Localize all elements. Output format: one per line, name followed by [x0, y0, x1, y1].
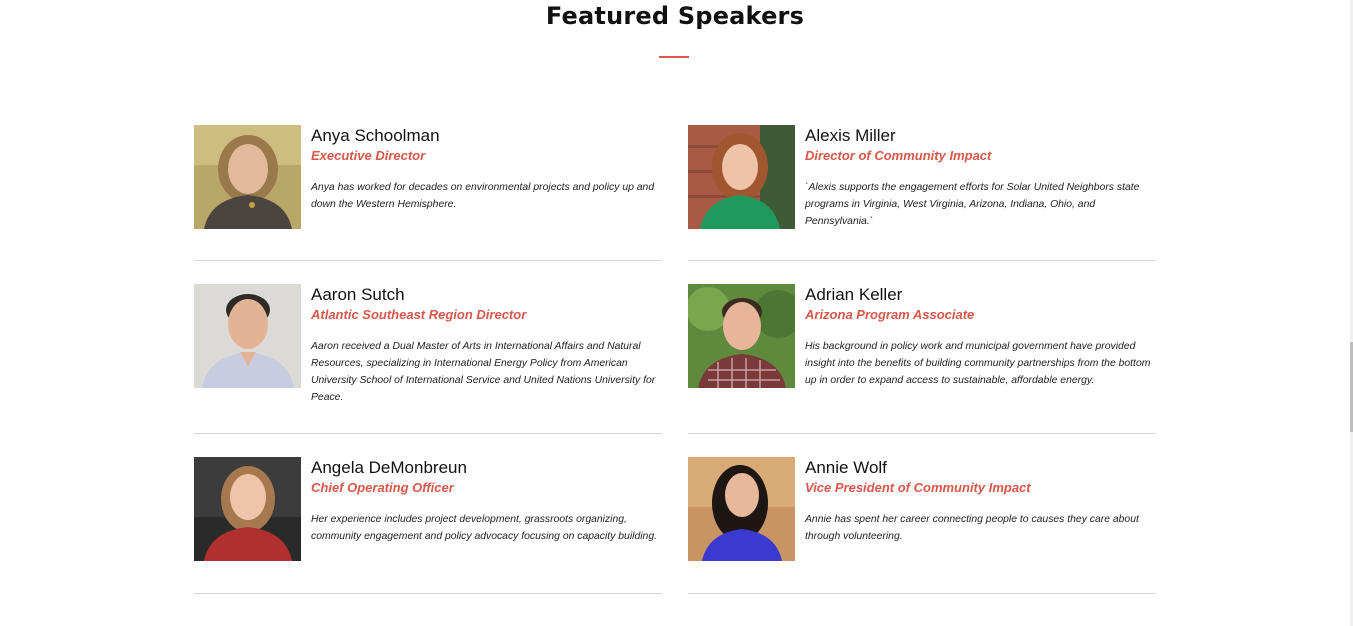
speaker-bio: Aaron received a Dual Master of Arts in …	[311, 341, 656, 403]
speaker-photo	[194, 284, 301, 388]
speaker-bio: Annie has spent her career connecting pe…	[805, 514, 1139, 542]
speaker-name: Aaron Sutch	[311, 285, 405, 304]
speaker-name: Alexis Miller	[805, 126, 896, 145]
speaker-bio: `Alexis supports the engagement efforts …	[805, 182, 1140, 227]
speaker-role: Chief Operating Officer	[311, 480, 454, 495]
speaker-bio: Her experience includes project developm…	[311, 514, 657, 542]
speaker-photo	[194, 457, 301, 561]
speaker-role: Arizona Program Associate	[805, 307, 975, 322]
speaker-bio: Anya has worked for decades on environme…	[311, 182, 655, 210]
title-divider	[659, 56, 689, 58]
card-divider	[194, 593, 662, 594]
card-divider	[194, 260, 662, 261]
speaker-photo	[688, 125, 795, 229]
speaker-role: Vice President of Community Impact	[805, 480, 1031, 495]
speaker-name: Anya Schoolman	[311, 126, 440, 145]
speaker-name: Angela DeMonbreun	[311, 458, 467, 477]
speaker-photo	[194, 125, 301, 229]
speaker-name: Annie Wolf	[805, 458, 887, 477]
speaker-bio: His background in policy work and munici…	[805, 341, 1151, 386]
speaker-photo	[688, 457, 795, 561]
speaker-role: Executive Director	[311, 148, 426, 163]
speaker-role: Director of Community Impact	[805, 148, 992, 163]
section-title: Featured Speakers	[545, 2, 805, 30]
card-divider	[194, 433, 662, 434]
featured-speakers-section: Featured Speakers Anya Schoolman Executi…	[0, 0, 1353, 626]
speaker-name: Adrian Keller	[805, 285, 903, 304]
card-divider	[688, 433, 1156, 434]
speaker-role: Atlantic Southeast Region Director	[311, 307, 527, 322]
card-divider	[688, 593, 1156, 594]
speaker-photo	[688, 284, 795, 388]
card-divider	[688, 260, 1156, 261]
